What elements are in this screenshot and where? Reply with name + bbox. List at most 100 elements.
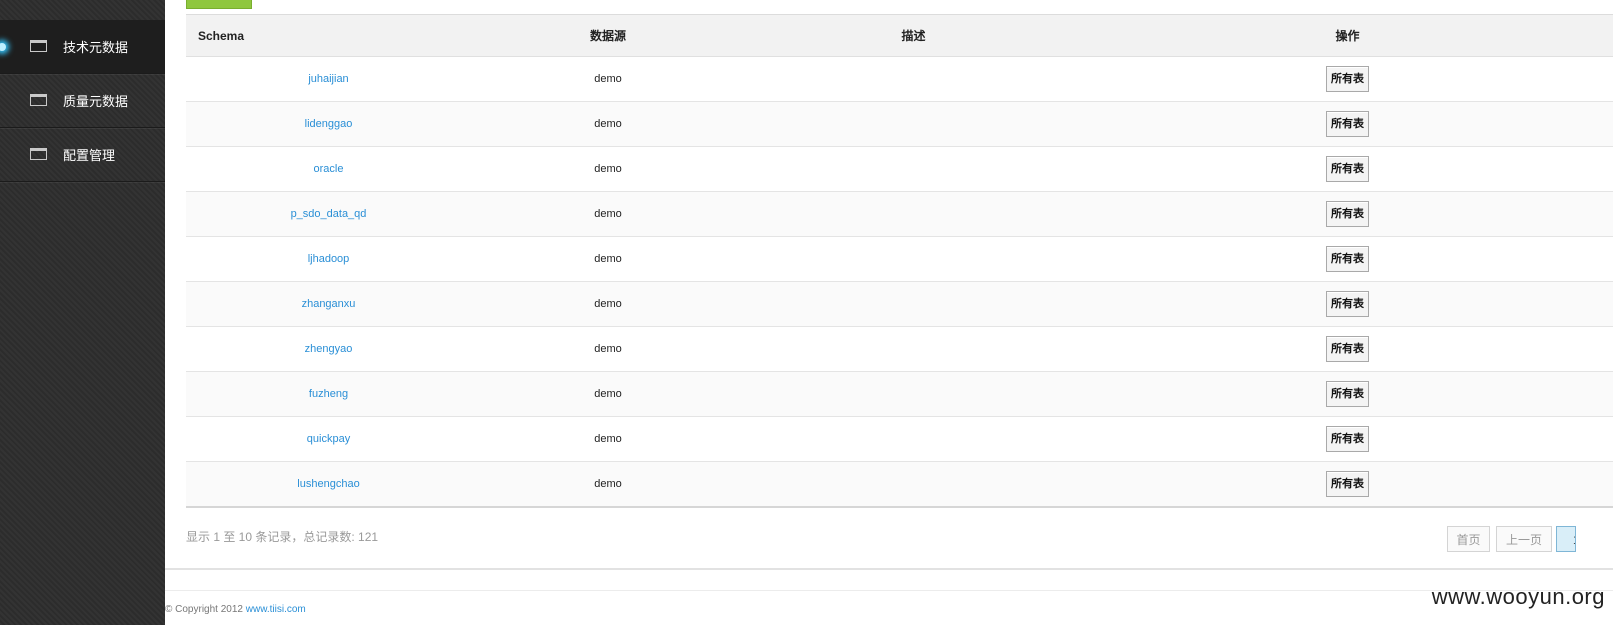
add-button[interactable] [186,0,252,9]
copyright: © Copyright 2012 www.tiisi.com [165,604,306,615]
cell-description [745,371,1082,417]
cell-schema: zhengyao [186,326,471,372]
footer-divider [165,568,1613,570]
cell-source: demo [471,191,745,237]
active-indicator [0,42,6,51]
cell-source: demo [471,461,745,508]
cell-source: demo [471,56,745,102]
schema-link[interactable]: juhaijian [308,73,348,85]
cell-source: demo [471,236,745,282]
sidebar-item-quality-metadata[interactable]: 质量元数据 [0,74,165,128]
table-row: fuzheng demo 所有表 [186,371,1613,417]
window-icon [30,39,47,52]
cell-source: demo [471,101,745,147]
sidebar-item-label: 配置管理 [63,148,116,163]
watermark: www.wooyun.org [1431,584,1605,609]
all-tables-button[interactable]: 所有表 [1326,66,1369,92]
cell-schema: zhanganxu [186,281,471,327]
first-page-button[interactable]: 首页 [1447,526,1490,552]
cell-source: demo [471,281,745,327]
prev-page-button[interactable]: 上一页 [1496,526,1552,552]
schema-table: Schema 数据源 描述 操作 juhaijian demo 所有表 lidengg… [186,15,1613,508]
cell-description [745,146,1082,192]
sidebar-item-label: 质量元数据 [63,94,129,109]
schema-link[interactable]: oracle [314,163,344,175]
schema-table-container: Schema 数据源 描述 操作 juhaijian demo 所有表 lidengg… [186,14,1613,508]
schema-link[interactable]: fuzheng [309,388,348,400]
cell-description [745,56,1082,102]
current-page-button[interactable]: 1 [1556,526,1576,552]
cell-description [745,101,1082,147]
cell-schema: fuzheng [186,371,471,417]
cell-actions: 所有表 [1082,191,1613,237]
cell-description [745,236,1082,282]
cell-description [745,281,1082,327]
cell-source: demo [471,416,745,462]
column-header-source[interactable]: 数据源 [471,15,745,57]
copyright-link[interactable]: www.tiisi.com [246,604,306,615]
all-tables-button[interactable]: 所有表 [1326,246,1369,272]
table-row: p_sdo_data_qd demo 所有表 [186,191,1613,237]
schema-link[interactable]: ljhadoop [308,253,350,265]
column-header-schema[interactable]: Schema [186,15,471,57]
cell-source: demo [471,326,745,372]
table-row: quickpay demo 所有表 [186,416,1613,462]
table-header-row: Schema 数据源 描述 操作 [186,15,1613,57]
schema-link[interactable]: quickpay [307,433,350,445]
sidebar-item-label: 技术元数据 [63,40,129,55]
schema-link[interactable]: p_sdo_data_qd [291,208,367,220]
copyright-text: © Copyright 2012 [165,604,246,615]
cell-source: demo [471,371,745,417]
cell-schema: oracle [186,146,471,192]
cell-schema: ljhadoop [186,236,471,282]
cell-actions: 所有表 [1082,101,1613,147]
schema-link[interactable]: lidenggao [305,118,353,130]
cell-actions: 所有表 [1082,146,1613,192]
cell-actions: 所有表 [1082,56,1613,102]
schema-link[interactable]: zhengyao [305,343,353,355]
cell-description [745,191,1082,237]
cell-schema: lidenggao [186,101,471,147]
all-tables-button[interactable]: 所有表 [1326,156,1369,182]
cell-schema: p_sdo_data_qd [186,191,471,237]
table-row: lidenggao demo 所有表 [186,101,1613,147]
window-icon [30,147,47,160]
schema-link[interactable]: zhanganxu [302,298,356,310]
all-tables-button[interactable]: 所有表 [1326,381,1369,407]
sidebar: 技术元数据 质量元数据 配置管理 [0,0,165,625]
cell-schema: lushengchao [186,461,471,508]
record-count-info: 显示 1 至 10 条记录，总记录数: 121 [186,530,379,544]
cell-description [745,416,1082,462]
main-content: Schema 数据源 描述 操作 juhaijian demo 所有表 lidengg… [165,0,1613,625]
column-header-actions: 操作 [1082,15,1613,57]
schema-link[interactable]: lushengchao [297,478,359,490]
cell-actions: 所有表 [1082,236,1613,282]
table-row: zhanganxu demo 所有表 [186,281,1613,327]
cell-actions: 所有表 [1082,326,1613,372]
cell-actions: 所有表 [1082,416,1613,462]
table-row: oracle demo 所有表 [186,146,1613,192]
table-row: ljhadoop demo 所有表 [186,236,1613,282]
cell-source: demo [471,146,745,192]
all-tables-button[interactable]: 所有表 [1326,471,1369,497]
all-tables-button[interactable]: 所有表 [1326,201,1369,227]
window-icon [30,93,47,106]
table-row: lushengchao demo 所有表 [186,461,1613,508]
column-header-description[interactable]: 描述 [745,15,1082,57]
cell-actions: 所有表 [1082,371,1613,417]
cell-actions: 所有表 [1082,461,1613,508]
cell-schema: quickpay [186,416,471,462]
table-row: juhaijian demo 所有表 [186,56,1613,102]
footer-divider-light [165,590,1613,591]
sidebar-item-config[interactable]: 配置管理 [0,128,165,182]
cell-schema: juhaijian [186,56,471,102]
all-tables-button[interactable]: 所有表 [1326,291,1369,317]
sidebar-item-tech-metadata[interactable]: 技术元数据 [0,20,165,74]
all-tables-button[interactable]: 所有表 [1326,111,1369,137]
cell-description [745,326,1082,372]
table-row: zhengyao demo 所有表 [186,326,1613,372]
cell-actions: 所有表 [1082,281,1613,327]
all-tables-button[interactable]: 所有表 [1326,336,1369,362]
all-tables-button[interactable]: 所有表 [1326,426,1369,452]
cell-description [745,461,1082,508]
